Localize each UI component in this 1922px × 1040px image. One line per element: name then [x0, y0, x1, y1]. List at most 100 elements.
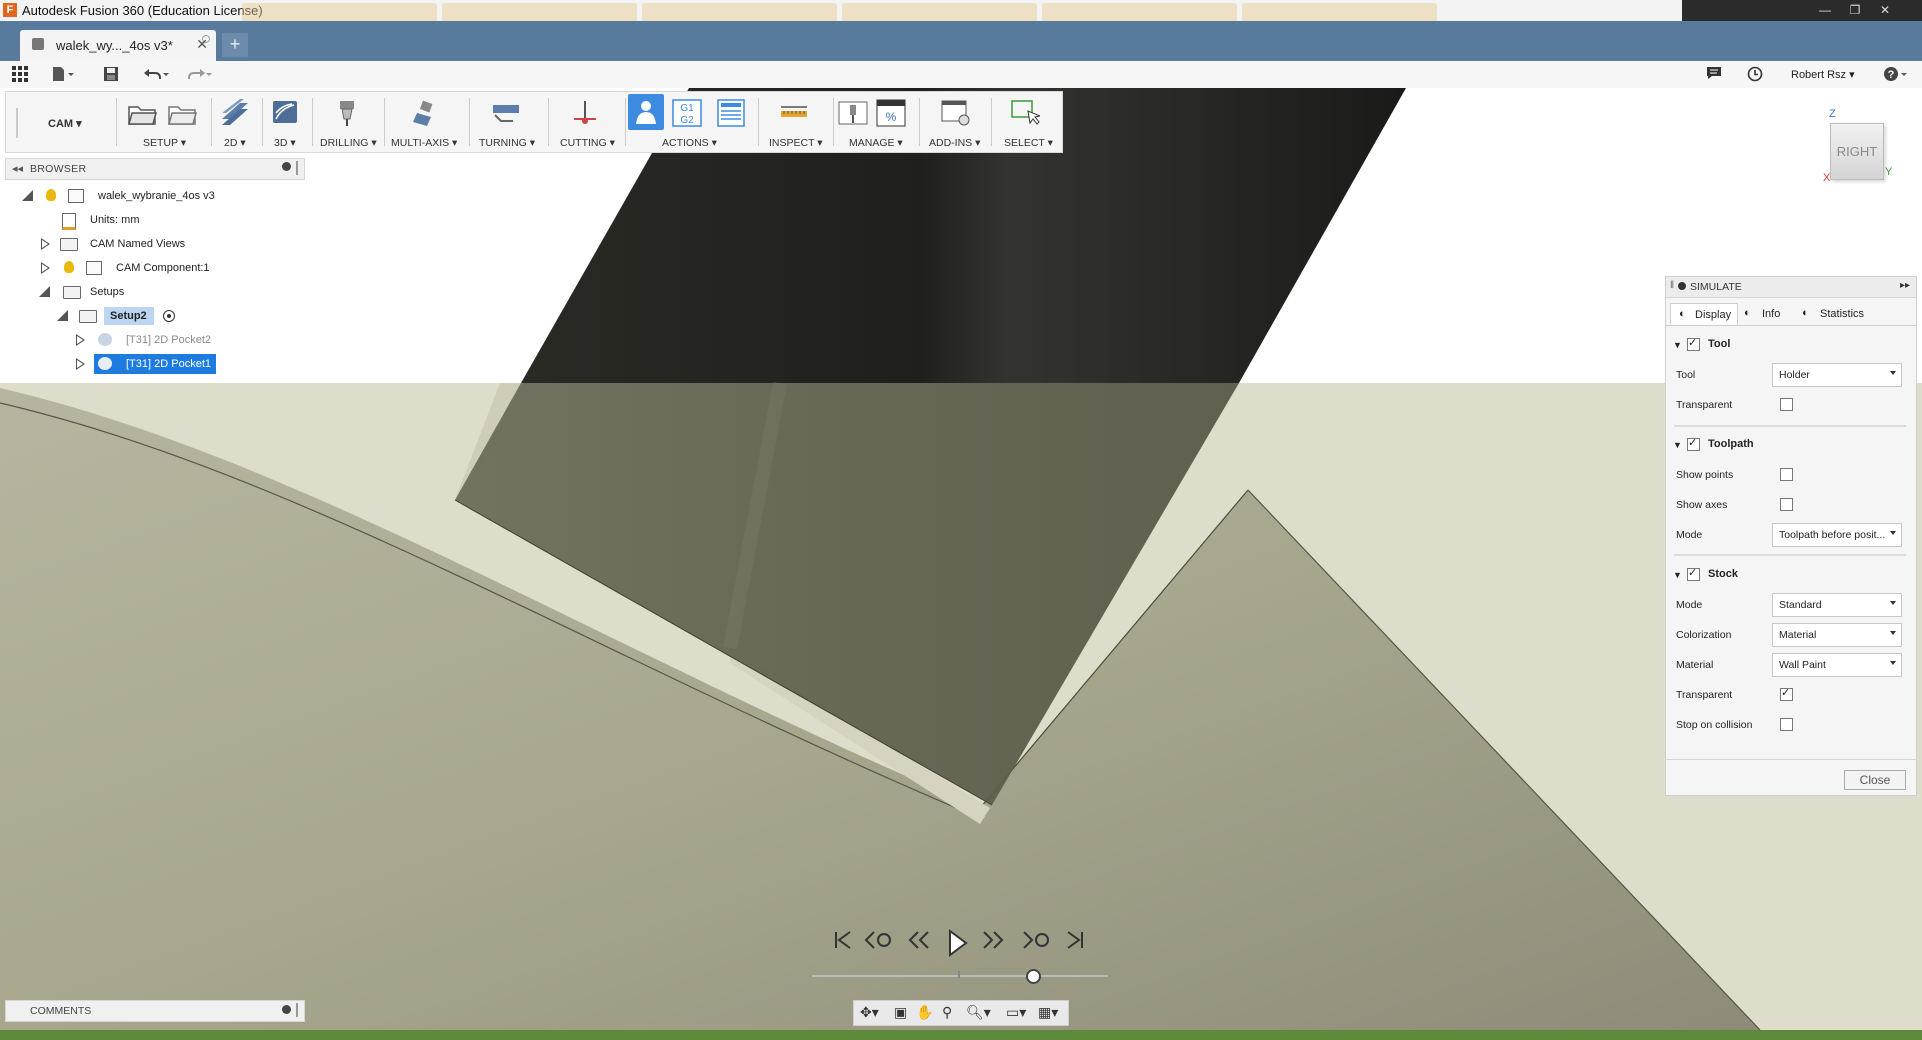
tool-section-checkbox[interactable] — [1687, 336, 1700, 351]
section-collapse-icon[interactable]: ▼ — [1673, 340, 1682, 350]
undo-icon[interactable] — [143, 66, 169, 86]
simulation-timeline-track[interactable] — [812, 975, 1108, 977]
tree-setups-label: Setups — [90, 286, 125, 298]
save-icon[interactable] — [103, 66, 119, 86]
section-collapse-icon[interactable]: ▼ — [1673, 440, 1682, 450]
orbit-icon[interactable]: ✥▾ — [860, 1004, 879, 1021]
file-menu-icon[interactable] — [52, 66, 74, 86]
workspace-switcher[interactable]: CAM ▾ — [10, 92, 90, 152]
expand-arrow-icon[interactable] — [76, 358, 85, 370]
tab-display-label: Display — [1695, 309, 1732, 321]
tree-cam-component[interactable]: CAM Component:1 — [20, 258, 300, 278]
simulate-panel-header[interactable]: ‖ SIMULATE ▸▸ — [1666, 277, 1916, 298]
browser-panel-header[interactable]: ◂◂ BROWSER — [5, 158, 305, 180]
tree-named-views[interactable]: CAM Named Views — [20, 234, 300, 254]
expand-arrow-icon[interactable] — [41, 262, 50, 274]
expand-arrow-icon[interactable] — [57, 310, 68, 321]
step-back-icon[interactable] — [906, 929, 934, 951]
previous-operation-icon[interactable] — [864, 929, 894, 951]
browser-pin-icon[interactable] — [296, 161, 298, 175]
document-tab[interactable]: walek_wy..._4os v3* ✕ — [20, 30, 216, 61]
visibility-bulb-icon[interactable] — [64, 261, 74, 273]
expand-arrow-icon[interactable] — [39, 286, 50, 297]
visibility-bulb-icon[interactable] — [46, 189, 56, 201]
drilling-group[interactable]: DRILLING ▾ — [316, 92, 378, 152]
panel-grip-icon[interactable]: ‖ — [1670, 280, 1674, 291]
drill-icon — [340, 101, 354, 126]
new-tab-button[interactable]: + — [222, 33, 248, 57]
3d-group[interactable]: 3D ▾ — [266, 92, 308, 152]
grid-settings-icon[interactable]: ▦▾ — [1038, 1004, 1058, 1021]
look-at-icon[interactable]: ▣ — [894, 1004, 907, 1021]
tree-setups[interactable]: Setups — [20, 282, 300, 302]
simulate-button[interactable] — [628, 94, 664, 130]
cutting-group[interactable]: CUTTING ▾ — [552, 92, 622, 152]
tree-op-pocket2[interactable]: [T31] 2D Pocket2 — [20, 330, 300, 350]
expand-arrow-icon[interactable] — [76, 334, 85, 346]
tab-statistics[interactable]: ◐ Statistics — [1798, 303, 1878, 325]
step-forward-icon[interactable] — [978, 929, 1006, 951]
material-select[interactable]: Wall Paint — [1772, 653, 1902, 677]
tab-info[interactable]: ◐ Info — [1740, 303, 1796, 325]
restore-icon[interactable]: ❐ — [1842, 1, 1868, 19]
browser-options-icon[interactable] — [282, 162, 291, 171]
expand-panel-icon[interactable]: ▸▸ — [1900, 280, 1910, 291]
actions-group[interactable]: G1 G2 ACTIONS ▾ — [628, 92, 756, 152]
user-account-menu[interactable]: Robert Rsz ▾ — [1791, 68, 1855, 81]
stock-mode-select[interactable]: Standard — [1772, 593, 1902, 617]
tree-op-pocket1[interactable]: [T31] 2D Pocket1 — [20, 354, 300, 374]
select-group[interactable]: SELECT ▾ — [996, 92, 1060, 152]
add-comment-icon[interactable] — [282, 1005, 291, 1014]
play-icon[interactable] — [946, 929, 968, 957]
colorization-select[interactable]: Material — [1772, 623, 1902, 647]
show-axes-checkbox[interactable] — [1780, 498, 1793, 511]
operation-icon — [98, 333, 112, 346]
viewcube[interactable]: RIGHT — [1830, 123, 1884, 180]
2d-group[interactable]: 2D ▾ — [216, 92, 258, 152]
tree-setup2[interactable]: Setup2 — [20, 306, 300, 326]
help-icon[interactable]: ? — [1883, 66, 1907, 86]
toolpath-mode-select[interactable]: Toolpath before posit... — [1772, 523, 1902, 547]
stop-on-collision-checkbox[interactable] — [1780, 718, 1793, 731]
display-settings-icon[interactable]: ▭▾ — [1006, 1004, 1026, 1021]
job-status-clock-icon[interactable] — [1747, 66, 1763, 86]
panel-options-icon[interactable] — [1678, 282, 1686, 290]
expand-arrow-icon[interactable] — [22, 190, 33, 201]
show-points-checkbox[interactable] — [1780, 468, 1793, 481]
tool-display-select[interactable]: Holder — [1772, 363, 1902, 387]
expand-arrow-icon[interactable] — [41, 238, 50, 250]
zoom-icon[interactable]: ⚲ — [942, 1004, 952, 1021]
comments-pin-icon[interactable] — [296, 1003, 298, 1017]
tree-units[interactable]: Units: mm — [20, 210, 300, 230]
inspect-group[interactable]: INSPECT ▾ — [761, 92, 831, 152]
stock-transparent-checkbox[interactable] — [1780, 686, 1793, 701]
fit-zoom-icon[interactable]: 🔍︎▾ — [966, 1004, 991, 1021]
simulation-timeline-handle[interactable] — [1026, 969, 1041, 984]
add-ins-group[interactable]: ADD-INS ▾ — [923, 92, 987, 152]
turning-group[interactable]: TURNING ▾ — [473, 92, 543, 152]
toolpath-section-checkbox[interactable] — [1687, 436, 1700, 451]
tree-root[interactable]: walek_wybranie_4os v3 — [20, 186, 300, 206]
manage-group[interactable]: % MANAGE ▾ — [836, 92, 916, 152]
tab-display[interactable]: ◐ Display — [1670, 303, 1738, 326]
stock-section-checkbox[interactable] — [1687, 566, 1700, 581]
setup-group[interactable]: SETUP ▾ — [121, 92, 206, 152]
go-to-end-icon[interactable] — [1064, 929, 1086, 951]
pan-hand-icon[interactable]: ✋ — [916, 1004, 933, 1021]
document-icon — [32, 38, 44, 50]
next-operation-icon[interactable] — [1022, 929, 1052, 951]
app-grid-icon[interactable] — [12, 66, 28, 86]
comments-panel-header[interactable]: COMMENTS — [5, 1000, 305, 1022]
minimize-icon[interactable]: — — [1812, 1, 1838, 19]
section-collapse-icon[interactable]: ▼ — [1673, 570, 1682, 580]
redo-icon[interactable] — [186, 66, 212, 86]
window-close-icon[interactable]: ✕ — [1872, 1, 1898, 19]
comments-toggle-icon[interactable] — [1706, 66, 1722, 84]
taskbar-strip — [0, 1030, 1922, 1040]
tab-close-icon[interactable]: ✕ — [196, 36, 208, 53]
collapse-browser-icon[interactable]: ◂◂ — [12, 162, 23, 175]
close-button[interactable]: Close — [1844, 770, 1906, 790]
go-to-start-icon[interactable] — [832, 929, 854, 951]
multi-axis-group[interactable]: MULTI-AXIS ▾ — [389, 92, 464, 152]
tool-transparent-checkbox[interactable] — [1780, 398, 1793, 411]
